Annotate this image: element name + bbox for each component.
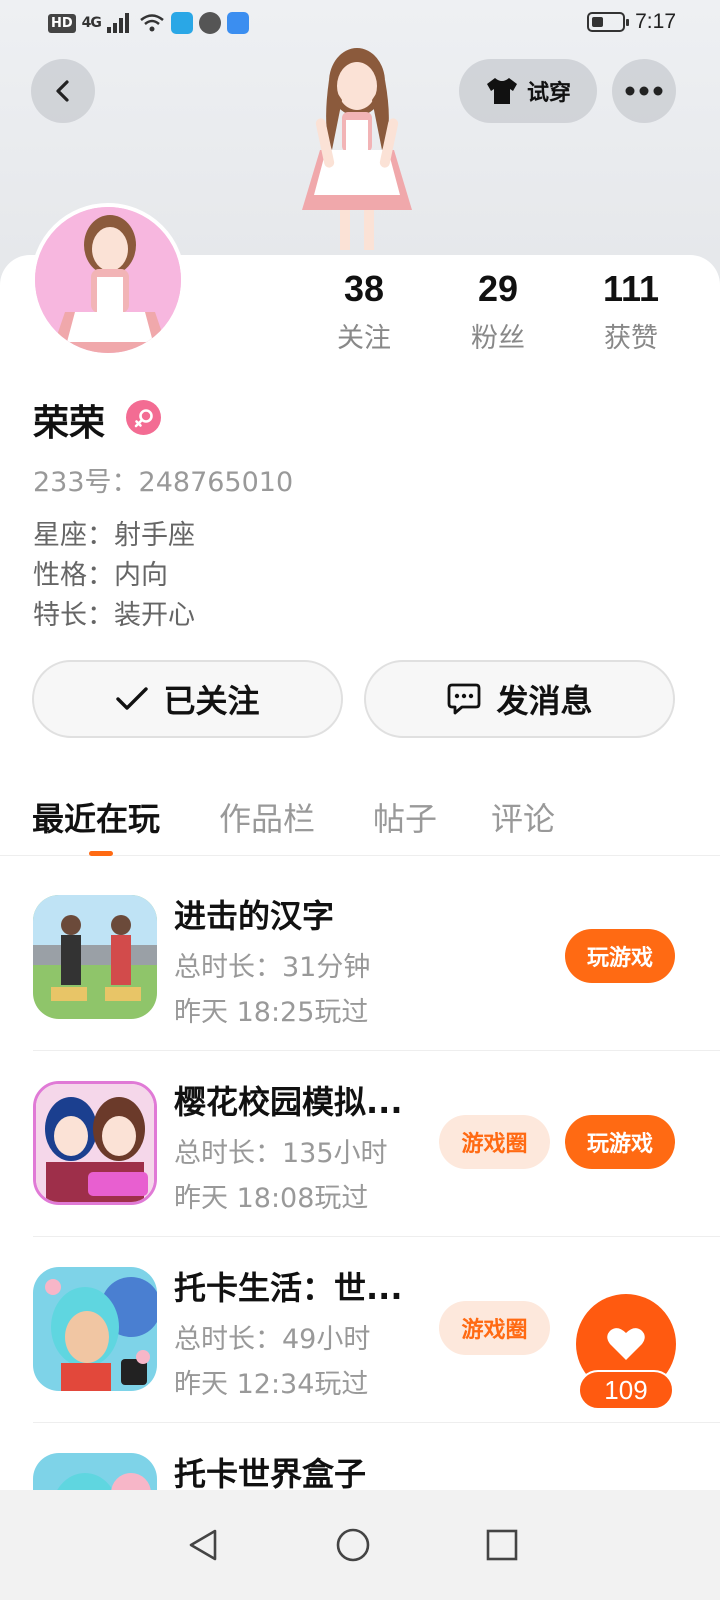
active-tab-indicator [89, 851, 113, 856]
try-on-button[interactable]: 试穿 [459, 59, 597, 123]
reader-app-icon [170, 12, 193, 34]
hd-indicator: HD [48, 13, 76, 33]
chat-bubble-icon [448, 683, 481, 715]
game-icon [33, 1267, 157, 1391]
tshirt-icon [486, 78, 517, 104]
game-duration: 总时长：135小时 [174, 1138, 388, 1169]
info-zodiac: 星座：射手座 [33, 520, 195, 551]
stat-following[interactable]: 38 关注 [304, 268, 424, 355]
wechat-icon [198, 12, 221, 34]
more-dots-icon [625, 86, 663, 96]
status-bar: HD 4G 7:17 [0, 0, 720, 48]
play-game-button[interactable]: 玩游戏 [565, 929, 675, 983]
battery-icon [587, 12, 630, 32]
circle-home-icon [336, 1528, 370, 1562]
signal-indicator: 4G [81, 15, 102, 31]
profile-stats: 38 关注 29 粉丝 111 获赞 [0, 268, 720, 368]
tab-works[interactable]: 作品栏 [219, 794, 315, 840]
followed-label: 已关注 [163, 682, 260, 720]
back-button[interactable] [31, 59, 95, 123]
like-count: 109 [578, 1370, 674, 1410]
game-title: 樱花校园模拟... [174, 1083, 403, 1121]
try-on-label: 试穿 [526, 81, 571, 106]
stat-label: 获赞 [604, 323, 658, 354]
character-figure [302, 48, 412, 250]
send-message-label: 发消息 [496, 682, 593, 720]
game-icon [33, 1081, 157, 1205]
game-title: 托卡生活：世... [174, 1269, 403, 1307]
nav-home-button[interactable] [328, 1520, 378, 1570]
game-title: 进击的汉字 [174, 897, 335, 935]
game-title: 托卡世界盒子 [174, 1455, 367, 1493]
game-last-played: 昨天 18:25玩过 [174, 997, 369, 1028]
square-recents-icon [486, 1529, 518, 1561]
stat-value: 29 [477, 268, 519, 309]
tab-comments[interactable]: 评论 [491, 794, 555, 840]
game-circle-button[interactable]: 游戏圈 [439, 1115, 550, 1169]
triangle-back-icon [189, 1529, 217, 1561]
system-nav-bar [0, 1490, 720, 1600]
chevron-left-icon [56, 80, 69, 102]
female-icon [126, 400, 161, 435]
tab-recent-play[interactable]: 最近在玩 [32, 794, 160, 840]
nav-back-button[interactable] [178, 1520, 228, 1570]
stat-followers[interactable]: 29 粉丝 [438, 268, 558, 355]
like-button[interactable]: 109 [576, 1294, 676, 1414]
send-message-button[interactable]: 发消息 [364, 660, 675, 738]
user-id: 233号：248765010 [33, 467, 294, 498]
stat-value: 38 [343, 268, 385, 309]
list-item[interactable]: 进击的汉字 总时长：31分钟 昨天 18:25玩过 玩游戏 [0, 865, 720, 1051]
stat-value: 111 [602, 268, 660, 309]
list-item[interactable]: 樱花校园模拟... 总时长：135小时 昨天 18:08玩过 游戏圈 玩游戏 [0, 1051, 720, 1237]
info-specialty: 特长：装开心 [33, 600, 195, 631]
game-last-played: 昨天 12:34玩过 [174, 1369, 369, 1400]
game-last-played: 昨天 18:08玩过 [174, 1183, 369, 1214]
tab-posts[interactable]: 帖子 [373, 794, 437, 840]
nav-recents-button[interactable] [477, 1520, 527, 1570]
game-duration: 总时长：31分钟 [174, 952, 371, 983]
username: 荣荣 [33, 403, 106, 444]
checkmark-icon [116, 687, 149, 710]
wifi-icon [140, 14, 164, 32]
clock: 7:17 [635, 10, 676, 33]
stat-likes[interactable]: 111 获赞 [571, 268, 691, 355]
play-game-button[interactable]: 玩游戏 [565, 1115, 675, 1169]
heart-icon [607, 1328, 645, 1360]
game-circle-button[interactable]: 游戏圈 [439, 1301, 550, 1355]
stat-label: 粉丝 [471, 323, 525, 354]
profile-tabs: 最近在玩 作品栏 帖子 评论 [0, 790, 720, 856]
cloud-app-icon [226, 12, 249, 34]
followed-button[interactable]: 已关注 [32, 660, 343, 738]
more-button[interactable] [612, 59, 676, 123]
game-icon [33, 895, 157, 1019]
cell-signal-icon [106, 13, 129, 33]
game-duration: 总时长：49小时 [174, 1324, 371, 1355]
info-personality: 性格：内向 [33, 560, 168, 591]
stat-label: 关注 [337, 323, 391, 354]
